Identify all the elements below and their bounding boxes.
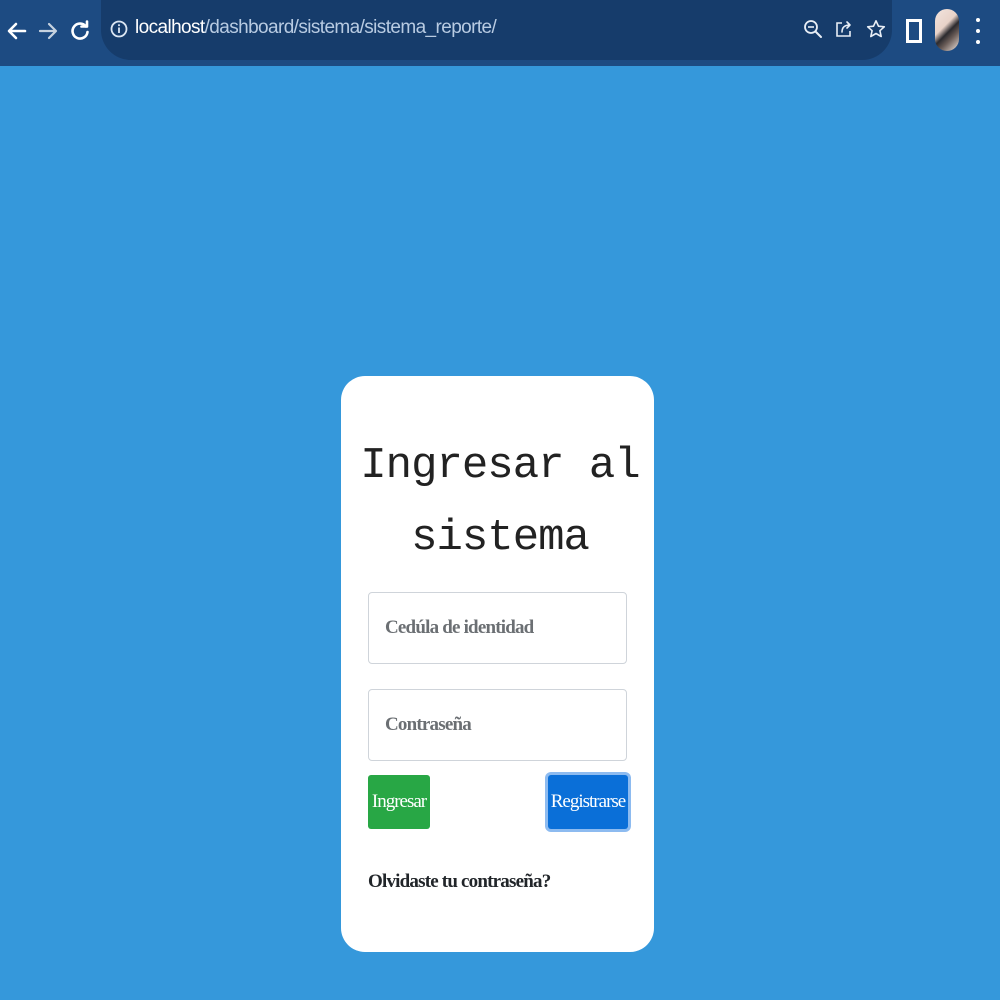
password-input[interactable] (368, 689, 627, 761)
address-bar[interactable]: localhost/dashboard/sistema/sistema_repo… (101, 0, 892, 60)
reload-icon[interactable] (65, 14, 95, 48)
url-text[interactable]: localhost/dashboard/sistema/sistema_repo… (135, 17, 497, 39)
zoom-icon[interactable] (801, 17, 825, 41)
share-icon[interactable] (832, 17, 856, 41)
registrarse-button[interactable]: Registrarse (548, 775, 628, 829)
cedula-input[interactable] (368, 592, 627, 664)
avatar[interactable] (935, 9, 959, 51)
page-title: Ingresar al sistema (0, 430, 1000, 574)
ingresar-button[interactable]: Ingresar (368, 775, 430, 829)
title-line-1: Ingresar al (360, 441, 640, 491)
back-arrow-icon[interactable] (2, 14, 32, 48)
browser-toolbar: localhost/dashboard/sistema/sistema_repo… (0, 0, 1000, 66)
info-icon[interactable] (110, 20, 128, 38)
star-icon[interactable] (864, 17, 888, 41)
url-host: localhost (135, 17, 205, 38)
url-path: /dashboard/sistema/sistema_reporte/ (204, 17, 497, 38)
forward-arrow-icon[interactable] (33, 14, 63, 48)
forgot-password-link[interactable]: Olvidaste tu contraseña? (368, 871, 551, 893)
kebab-menu-icon[interactable] (968, 18, 988, 44)
title-line-2: sistema (411, 513, 590, 563)
side-panel-icon[interactable] (903, 18, 925, 44)
